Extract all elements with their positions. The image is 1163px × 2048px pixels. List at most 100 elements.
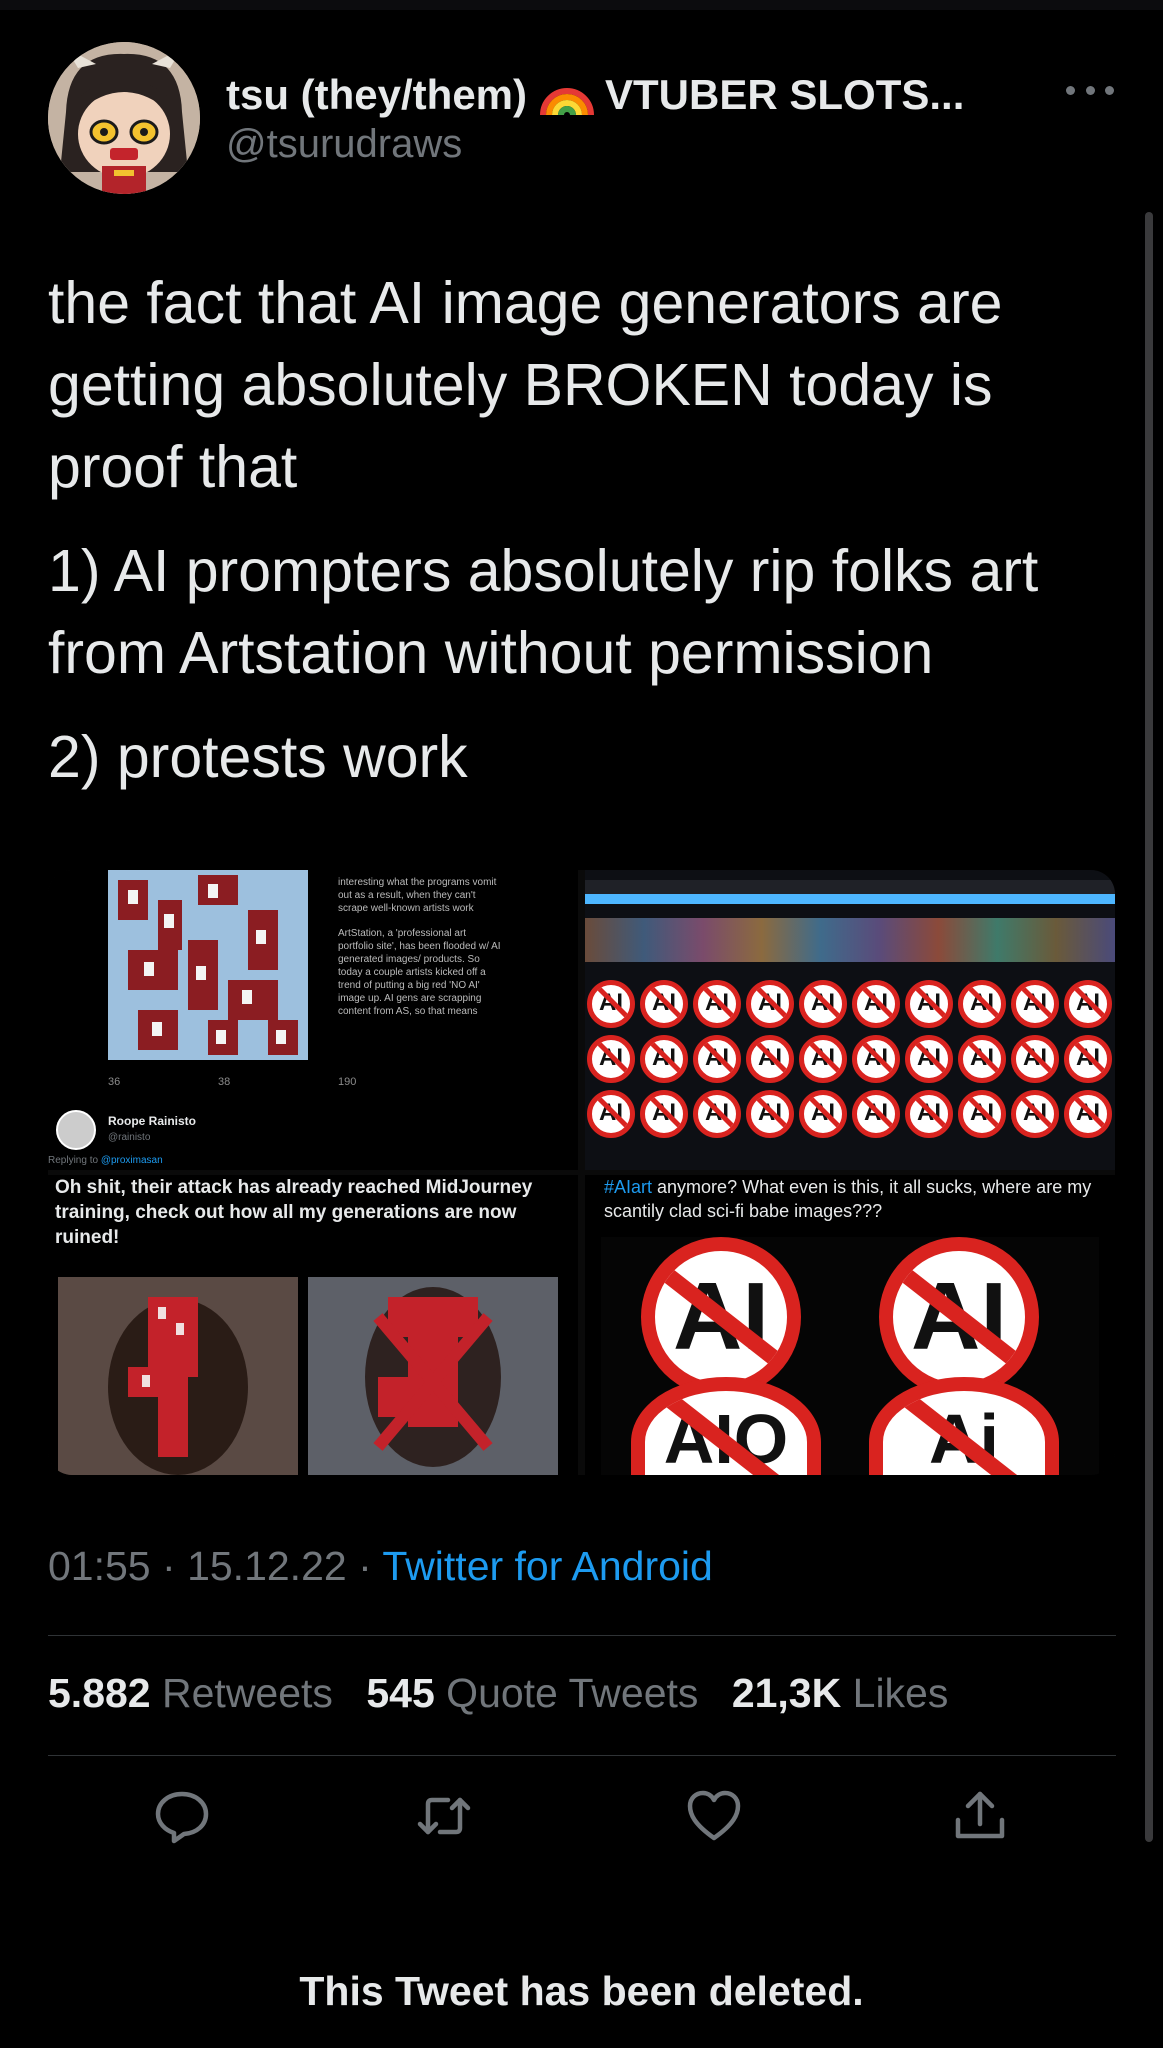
embed-line: content from AS, so that means xyxy=(338,1006,478,1017)
no-ai-thumbnail xyxy=(905,1035,953,1083)
media-grid[interactable]: interesting what the programs vomit out … xyxy=(48,870,1115,1475)
embed-line: ArtStation, a 'professional art xyxy=(338,928,467,939)
no-ai-thumbnail xyxy=(905,980,953,1028)
embed-line: generated images/ products. So xyxy=(338,954,480,965)
tweet-paragraph-3: 2) protests work xyxy=(48,724,468,790)
anime-avatar-icon xyxy=(48,42,200,194)
embed-3-text: anymore? What even is this, it all sucks… xyxy=(604,1177,1092,1221)
embed-user-name: Roope Rainisto xyxy=(108,1114,197,1128)
no-ai-badge-large: Ai xyxy=(869,1377,1059,1475)
reply-icon[interactable] xyxy=(152,1786,212,1846)
tweet-date: 15.12.22 xyxy=(187,1543,347,1589)
tweet-meta: 01:55 · 15.12.22 · Twitter for Android xyxy=(48,1543,713,1590)
retweets-count[interactable]: 5.882 xyxy=(48,1670,151,1716)
author-name-suffix[interactable]: VTUBER SLOTS... xyxy=(605,71,964,119)
embed-tweet-body: Oh shit, their attack has already reache… xyxy=(55,1177,533,1248)
embed-like-count: 190 xyxy=(338,1076,357,1088)
tweet-actions xyxy=(48,1786,1116,1848)
quotes-count[interactable]: 545 xyxy=(366,1670,434,1716)
embed-reply-count: 36 xyxy=(108,1076,121,1088)
more-options-icon[interactable] xyxy=(1066,80,1114,100)
likes-label[interactable]: Likes xyxy=(853,1670,949,1716)
replying-to-label: Replying to xyxy=(48,1155,99,1166)
generated-portrait-1 xyxy=(58,1277,298,1475)
no-ai-thumbnail xyxy=(746,1035,794,1083)
featured-thumbnails-row xyxy=(585,918,1115,962)
no-ai-thumbnail xyxy=(693,1035,741,1083)
no-ai-thumbnail xyxy=(958,1035,1006,1083)
no-ai-thumbnail xyxy=(587,980,635,1028)
quotes-label[interactable]: Quote Tweets xyxy=(446,1670,698,1716)
no-ai-thumbnail xyxy=(1011,980,1059,1028)
no-ai-thumbnail xyxy=(587,1090,635,1138)
media-image-4[interactable]: #AIart anymore? What even is this, it al… xyxy=(585,1175,1115,1475)
retweets-label[interactable]: Retweets xyxy=(162,1670,333,1716)
no-ai-thumbnail xyxy=(852,980,900,1028)
hashtag-aiart[interactable]: #AIart xyxy=(604,1177,652,1197)
no-ai-thumbnail xyxy=(693,1090,741,1138)
no-ai-badge-large: AI xyxy=(879,1237,1039,1397)
meta-separator: · xyxy=(162,1543,176,1589)
meta-separator: · xyxy=(358,1543,372,1589)
embed-line: image up. AI gens are scrapping xyxy=(338,993,482,1004)
embed-line: interesting what the programs vomit xyxy=(338,877,497,888)
no-ai-thumbnail xyxy=(1064,980,1112,1028)
embed-retweet-count: 38 xyxy=(218,1076,231,1088)
tweet-text: the fact that AI image generators are ge… xyxy=(48,262,1118,820)
no-ai-thumbnail xyxy=(852,1090,900,1138)
author-display-name[interactable]: tsu (they/them) xyxy=(226,71,527,119)
embed-line: out as a result, when they can't xyxy=(338,890,476,901)
no-ai-grid xyxy=(585,978,1115,1143)
embed-line: today a couple artists kicked off a xyxy=(338,967,486,978)
tweet-source-link[interactable]: Twitter for Android xyxy=(382,1543,712,1589)
like-icon[interactable] xyxy=(684,1786,744,1846)
no-ai-thumbnail xyxy=(799,1035,847,1083)
media-image-3[interactable]: Oh shit, their attack has already reache… xyxy=(48,1175,578,1475)
no-ai-thumbnail xyxy=(799,1090,847,1138)
embed-line: portfolio site', has been flooded w/ AI xyxy=(338,941,501,952)
divider xyxy=(48,1635,1116,1636)
divider xyxy=(48,1755,1116,1756)
no-ai-badges-image: AI AI AIO Ai xyxy=(601,1237,1099,1475)
dot xyxy=(1085,85,1095,95)
no-ai-thumbnail xyxy=(693,980,741,1028)
no-ai-badge-large: AIO xyxy=(631,1377,821,1475)
media-image-1[interactable]: interesting what the programs vomit out … xyxy=(48,870,578,1170)
dot xyxy=(1066,85,1075,95)
browser-tab-bar xyxy=(585,894,1115,904)
author-name-row[interactable]: tsu (they/them) VTUBER SLOTS... xyxy=(226,64,964,126)
generated-portrait-2 xyxy=(308,1277,558,1475)
author-avatar[interactable] xyxy=(48,42,200,194)
no-ai-thumbnail xyxy=(905,1090,953,1138)
tweet-paragraph-1: the fact that AI image generators are ge… xyxy=(48,270,1003,500)
media-image-2[interactable] xyxy=(585,870,1115,1170)
replying-to-handle: @proximasan xyxy=(100,1155,163,1166)
tweet-time: 01:55 xyxy=(48,1543,151,1589)
no-ai-thumbnail xyxy=(746,1090,794,1138)
top-edge xyxy=(0,0,1163,10)
embed-user-handle: @rainisto xyxy=(108,1132,151,1143)
retweet-icon[interactable] xyxy=(414,1786,474,1846)
tweet-stats: 5.882 Retweets 545 Quote Tweets 21,3K Li… xyxy=(48,1670,970,1717)
tweet-paragraph-2: 1) AI prompters absolutely rip folks art… xyxy=(48,538,1039,686)
embed-line: trend of putting a big red 'NO AI' xyxy=(338,980,480,991)
no-ai-thumbnail xyxy=(1011,1035,1059,1083)
embed-avatar xyxy=(56,1110,96,1150)
likes-count[interactable]: 21,3K xyxy=(732,1670,841,1716)
glitched-ai-image xyxy=(108,870,308,1060)
no-ai-thumbnail xyxy=(1064,1035,1112,1083)
no-ai-thumbnail xyxy=(852,1035,900,1083)
no-ai-thumbnail xyxy=(640,1090,688,1138)
no-ai-thumbnail xyxy=(640,980,688,1028)
no-ai-thumbnail xyxy=(799,980,847,1028)
no-ai-thumbnail xyxy=(1011,1090,1059,1138)
scrollbar[interactable] xyxy=(1145,212,1153,1842)
embed-replying-to: Replying to @proximasan xyxy=(48,1155,163,1166)
no-ai-thumbnail xyxy=(958,1090,1006,1138)
no-ai-thumbnail xyxy=(958,980,1006,1028)
embed-3-body: #AIart anymore? What even is this, it al… xyxy=(604,1175,1104,1223)
share-icon[interactable] xyxy=(950,1786,1010,1846)
no-ai-thumbnail xyxy=(746,980,794,1028)
author-handle[interactable]: @tsurudraws xyxy=(226,122,462,167)
embed-line: scrape well-known artists work xyxy=(338,903,474,914)
